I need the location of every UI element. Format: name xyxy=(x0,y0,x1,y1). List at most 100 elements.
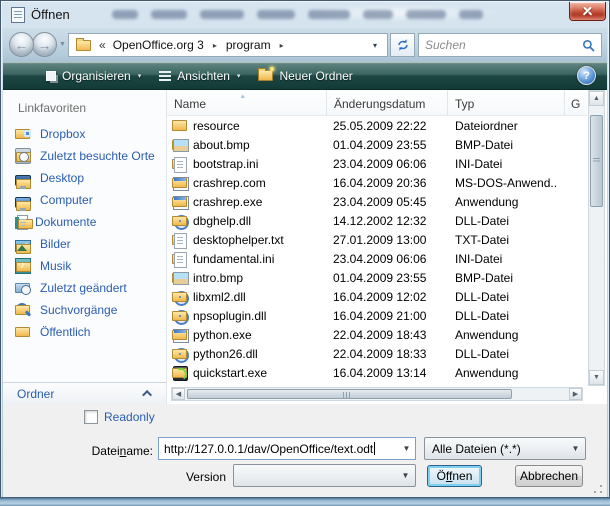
close-button[interactable] xyxy=(569,2,606,21)
new-folder-button[interactable]: Neuer Ordner xyxy=(249,64,361,88)
column-label: Änderungsdatum xyxy=(334,97,425,111)
file-type-icon xyxy=(172,270,188,286)
sidebar-item[interactable]: Öffentlich xyxy=(3,321,166,343)
file-row[interactable]: python.exe 22.04.2009 18:43 Anwendung xyxy=(167,325,587,344)
back-button[interactable]: ← xyxy=(9,32,34,57)
sidebar-item-icon xyxy=(15,324,31,340)
file-row[interactable]: intro.bmp 01.04.2009 23:55 BMP-Datei xyxy=(167,268,587,287)
file-date: 14.12.2002 12:32 xyxy=(327,214,448,228)
scroll-down-icon[interactable]: ▼ xyxy=(589,370,604,385)
file-type-icon xyxy=(172,175,188,191)
open-button[interactable]: Öffnen xyxy=(427,465,482,487)
file-row[interactable]: dbghelp.dll 14.12.2002 12:32 DLL-Datei xyxy=(167,211,587,230)
folder-shape xyxy=(16,152,31,162)
folder-shape xyxy=(172,235,187,245)
sidebar-item[interactable]: Computer xyxy=(3,189,166,211)
file-row[interactable]: python26.dll 22.04.2009 18:33 DLL-Datei xyxy=(167,344,587,363)
sidebar-item[interactable]: Zuletzt besuchte Orte xyxy=(3,145,166,167)
folder-shape xyxy=(16,262,31,272)
breadcrumb[interactable]: « OpenOffice.org 3 ▸ program ▸ ▾ xyxy=(68,33,388,57)
sidebar-item[interactable]: Bilder xyxy=(3,233,166,255)
sidebar-item[interactable]: Desktop xyxy=(3,167,166,189)
file-type-icon xyxy=(172,137,188,153)
folders-expander[interactable]: Ordner xyxy=(3,382,166,404)
file-row[interactable]: resource 25.05.2009 22:22 Dateiordner xyxy=(167,116,587,135)
file-name: intro.bmp xyxy=(193,271,327,285)
file-row[interactable]: desktophelper.txt 27.01.2009 13:00 TXT-D… xyxy=(167,230,587,249)
resize-grip[interactable] xyxy=(593,484,603,494)
folder-shape xyxy=(172,197,187,207)
vertical-scrollbar[interactable]: ▲ ▼ xyxy=(588,90,605,386)
organize-button[interactable]: Organisieren ▾ xyxy=(37,64,150,88)
readonly-checkbox[interactable] xyxy=(84,410,98,424)
sidebar-item[interactable]: Dokumente xyxy=(3,211,166,233)
cancel-button[interactable]: Abbrechen xyxy=(515,465,583,487)
forward-button[interactable]: → xyxy=(32,32,57,57)
file-type-icon xyxy=(172,251,188,267)
scroll-left-icon[interactable]: ◀ xyxy=(172,388,185,400)
file-icon-cell xyxy=(167,270,193,286)
sidebar-item-label: Computer xyxy=(40,193,93,207)
vertical-scroll-thumb[interactable] xyxy=(590,115,603,207)
column-header-name[interactable]: Name ▴ xyxy=(167,90,327,115)
column-label: Typ xyxy=(455,97,474,111)
version-select[interactable]: ▼ xyxy=(233,464,416,487)
filename-input[interactable]: http://127.0.0.1/dav/OpenOffice/text.odt… xyxy=(158,437,416,460)
filename-dropdown-icon[interactable]: ▼ xyxy=(398,444,415,453)
breadcrumb-separator-icon[interactable]: ▸ xyxy=(213,41,217,50)
file-row[interactable]: libxml2.dll 16.04.2009 12:02 DLL-Datei xyxy=(167,287,587,306)
breadcrumb-segment[interactable]: program xyxy=(224,38,273,52)
views-button[interactable]: Ansichten ▾ xyxy=(150,64,249,88)
file-row[interactable]: bootstrap.ini 23.04.2009 06:06 INI-Datei xyxy=(167,154,587,173)
folder-shape xyxy=(16,179,31,189)
sidebar-item-icon xyxy=(15,258,31,274)
chevron-up-icon xyxy=(142,390,152,400)
file-row[interactable]: npsoplugin.dll 16.04.2009 21:00 DLL-Date… xyxy=(167,306,587,325)
horizontal-scrollbar[interactable]: ◀ ▶ xyxy=(171,387,583,401)
file-name: crashrep.exe xyxy=(193,195,327,209)
sidebar-item[interactable]: Dropbox xyxy=(3,123,166,145)
search-input[interactable]: Suchen xyxy=(418,33,602,57)
folder-shape xyxy=(172,349,187,359)
folders-label: Ordner xyxy=(17,387,54,401)
folder-shape xyxy=(15,305,30,315)
titlebar[interactable]: Öffnen xyxy=(0,0,610,28)
file-type-icon xyxy=(172,346,188,362)
column-header-size[interactable]: G xyxy=(565,90,587,115)
file-name: about.bmp xyxy=(193,138,327,152)
breadcrumb-segment[interactable]: OpenOffice.org 3 xyxy=(111,38,206,52)
file-type: Anwendung xyxy=(448,328,558,342)
history-dropdown-icon[interactable]: ▼ xyxy=(59,41,66,48)
breadcrumb-collapse-chevrons[interactable]: « xyxy=(99,38,106,52)
sidebar-item-label: Bilder xyxy=(40,237,71,251)
sidebar-item-label: Suchvorgänge xyxy=(40,303,117,317)
file-date: 27.01.2009 13:00 xyxy=(327,233,448,247)
scroll-right-icon[interactable]: ▶ xyxy=(569,388,582,400)
file-date: 23.04.2009 06:06 xyxy=(327,252,448,266)
file-row[interactable]: quickstart.exe 16.04.2009 13:14 Anwendun… xyxy=(167,363,587,382)
file-type: TXT-Datei xyxy=(448,233,558,247)
sidebar-item[interactable]: Suchvorgänge xyxy=(3,299,166,321)
file-name: python26.dll xyxy=(193,347,327,361)
refresh-button[interactable] xyxy=(390,33,415,57)
column-header-date[interactable]: Änderungsdatum xyxy=(327,90,448,115)
scroll-up-icon[interactable]: ▲ xyxy=(589,91,604,106)
file-date: 22.04.2009 18:33 xyxy=(327,347,448,361)
blurred-background-menu xyxy=(112,10,483,20)
sidebar-item-icon xyxy=(15,280,31,296)
filetype-select[interactable]: Alle Dateien (*.*) ▼ xyxy=(424,437,586,460)
filetype-value: Alle Dateien (*.*) xyxy=(432,442,521,456)
file-row[interactable]: fundamental.ini 23.04.2009 06:06 INI-Dat… xyxy=(167,249,587,268)
chevron-down-icon: ▾ xyxy=(138,72,142,80)
file-row[interactable]: about.bmp 01.04.2009 23:55 BMP-Datei xyxy=(167,135,587,154)
file-row[interactable]: crashrep.exe 23.04.2009 05:45 Anwendung xyxy=(167,192,587,211)
column-header-type[interactable]: Typ xyxy=(448,90,565,115)
sidebar-item[interactable]: Zuletzt geändert xyxy=(3,277,166,299)
sidebar-item[interactable]: Musik xyxy=(3,255,166,277)
file-row[interactable]: crashrep.com 16.04.2009 20:36 MS-DOS-Anw… xyxy=(167,173,587,192)
breadcrumb-separator-icon[interactable]: ▸ xyxy=(280,41,284,50)
help-button[interactable]: ? xyxy=(577,66,596,85)
file-icon-cell xyxy=(167,327,193,343)
horizontal-scroll-thumb[interactable] xyxy=(187,389,512,399)
address-dropdown-icon[interactable]: ▾ xyxy=(367,41,383,50)
